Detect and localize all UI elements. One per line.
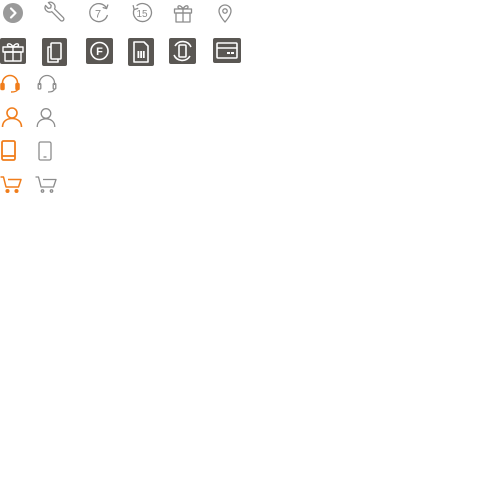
seven-day-return-icon[interactable]: 7 [87,2,110,24]
tablet-active-icon[interactable] [1,140,16,161]
gift-icon[interactable] [173,3,193,23]
user-icon[interactable] [36,107,56,128]
fifteen-day-return-icon[interactable]: 15 [131,2,153,24]
chevron-right-icon[interactable] [2,2,24,24]
gift-tile-icon[interactable] [0,38,26,64]
wrench-icon[interactable] [42,1,66,24]
seven-day-label: 7 [95,9,101,21]
phone-tile-icon[interactable] [42,38,67,66]
user-active-icon[interactable] [1,106,23,128]
headset-icon[interactable] [37,73,57,93]
phone-rotate-tile-icon[interactable] [169,38,196,64]
cart-icon[interactable] [35,176,57,193]
cart-active-icon[interactable] [0,176,22,194]
bank-card-tile-icon[interactable] [213,38,241,63]
headset-active-icon[interactable] [0,73,20,93]
tablet-icon[interactable] [38,141,52,161]
location-pin-icon[interactable] [217,3,233,23]
sim-card-tile-icon[interactable] [128,38,154,66]
f-coin-tile-icon[interactable]: F [86,38,113,64]
f-coin-label: F [96,46,103,58]
fifteen-day-label: 15 [136,9,148,20]
